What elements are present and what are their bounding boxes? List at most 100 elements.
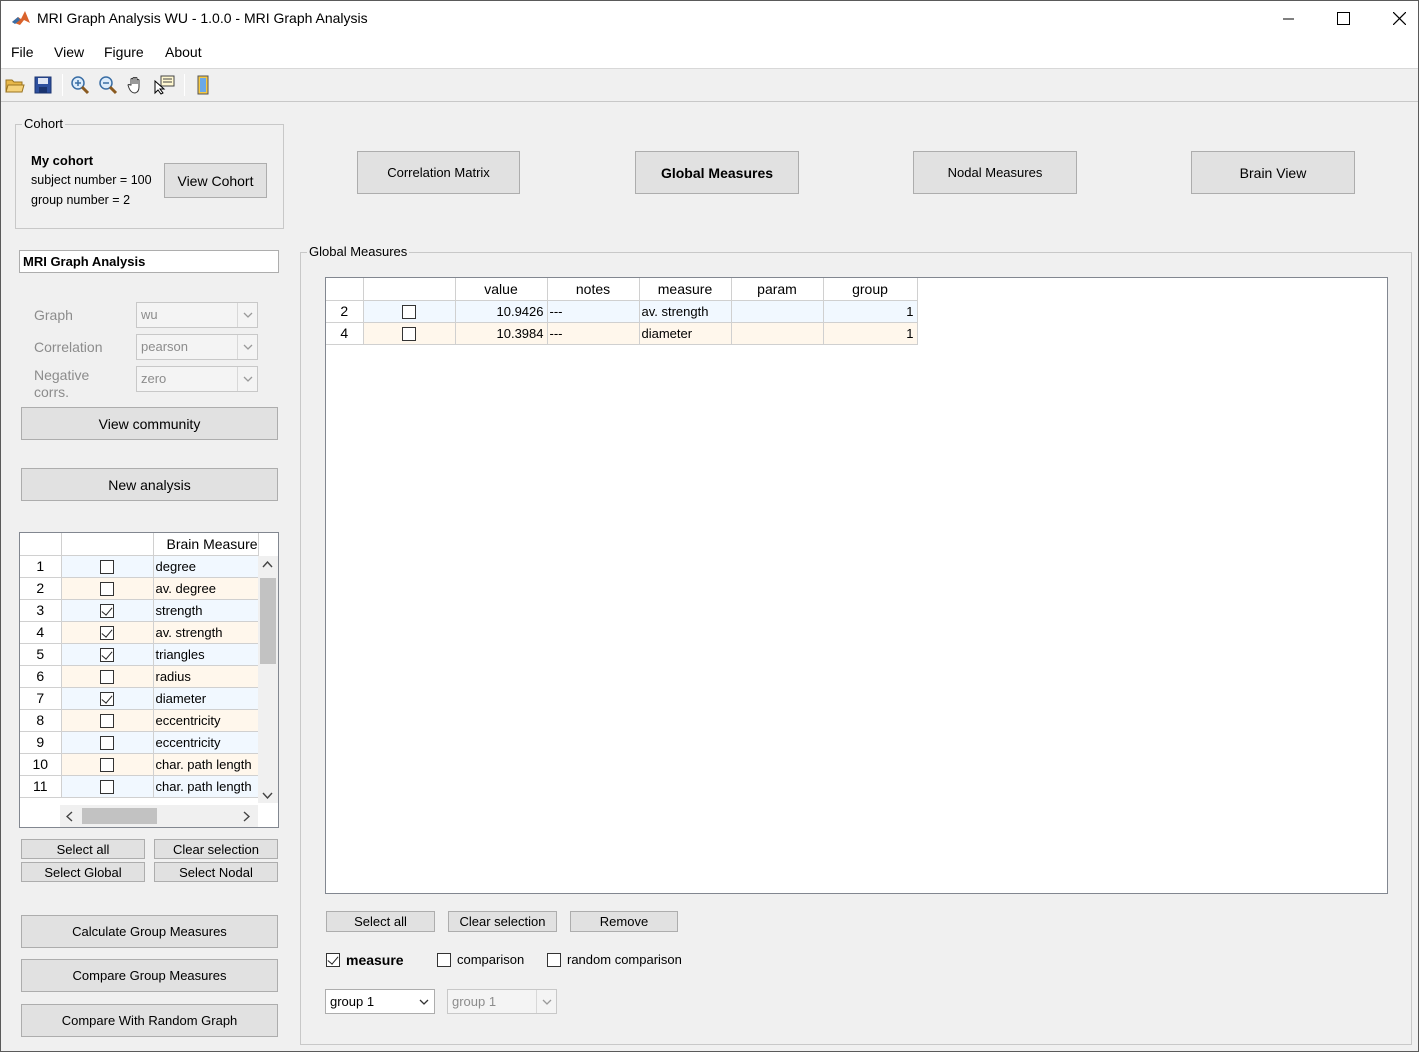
brain-clear-selection-button[interactable]: Clear selection [154,839,278,859]
row-checkbox[interactable] [100,647,114,662]
view-cohort-button[interactable]: View Cohort [164,163,267,198]
nodal-measures-button[interactable]: Nodal Measures [913,151,1077,194]
row-number: 11 [20,775,62,798]
row-select-cell[interactable] [61,599,154,622]
brain-view-button[interactable]: Brain View [1191,151,1355,194]
global-clear-selection-button[interactable]: Clear selection [448,911,557,932]
row-number-header [20,533,62,556]
compare-random-graph-button[interactable]: Compare With Random Graph [21,1004,278,1037]
measure-option[interactable]: measure [326,952,404,968]
value-column-header[interactable]: value [455,278,548,301]
row-select-cell[interactable] [61,643,154,666]
row-select-cell[interactable] [61,753,154,776]
row-checkbox[interactable] [100,625,114,640]
row-checkbox[interactable] [100,603,114,618]
row-checkbox[interactable] [100,757,114,772]
group-select-secondary: group 1 [447,989,557,1014]
close-window-button[interactable] [1371,1,1419,36]
table-row[interactable]: 1 degree [20,555,259,578]
table-row[interactable]: 7 diameter [20,687,259,710]
row-checkbox[interactable] [100,779,114,794]
menu-file[interactable]: File [11,44,34,60]
table-row[interactable]: 3 strength [20,599,259,622]
table-row[interactable]: 2 av. degree [20,577,259,600]
row-checkbox[interactable] [100,581,114,596]
remove-button[interactable]: Remove [570,911,678,932]
zoom-out-button[interactable] [96,73,120,97]
brain-select-all-button[interactable]: Select all [21,839,145,859]
table-row[interactable]: 10 char. path length [20,753,259,776]
measure-checkbox[interactable] [326,953,340,967]
menu-figure[interactable]: Figure [104,44,144,60]
brain-measures-horizontal-scrollbar[interactable] [60,805,258,827]
table-row[interactable]: 6 radius [20,665,259,688]
analysis-name-field[interactable]: MRI Graph Analysis [19,250,279,273]
view-community-button[interactable]: View community [21,407,278,440]
table-row[interactable]: 2 10.9426 --- av. strength 1 [326,300,918,323]
group-select-primary[interactable]: group 1 [325,989,435,1014]
compare-group-measures-button[interactable]: Compare Group Measures [21,959,278,992]
brain-measures-vertical-scrollbar[interactable] [258,556,278,803]
measure-name-cell: char. path length [153,775,259,798]
random-comparison-option[interactable]: random comparison [547,952,682,967]
pan-hand-icon [127,77,140,94]
row-select-cell[interactable] [61,731,154,754]
notes-column-header[interactable]: notes [547,278,640,301]
chevron-down-icon [237,335,257,359]
table-row[interactable]: 4 av. strength [20,621,259,644]
row-checkbox[interactable] [402,304,416,319]
table-row[interactable]: 8 eccentricity [20,709,259,732]
row-checkbox[interactable] [100,713,114,728]
brain-measure-column-header[interactable]: Brain Measure [153,533,259,556]
param-column-header[interactable]: param [731,278,824,301]
save-icon [34,76,52,94]
comparison-option[interactable]: comparison [437,952,524,967]
maximize-button[interactable] [1315,1,1371,36]
row-select-cell[interactable] [363,322,456,345]
table-row[interactable]: 9 eccentricity [20,731,259,754]
calculate-group-measures-button[interactable]: Calculate Group Measures [21,915,278,948]
comparison-checkbox[interactable] [437,952,451,967]
select-global-button[interactable]: Select Global [21,862,145,882]
global-measures-button[interactable]: Global Measures [635,151,799,194]
scrollbar-thumb[interactable] [82,808,157,824]
colorbar-icon [197,75,209,95]
correlation-matrix-button[interactable]: Correlation Matrix [357,151,520,194]
row-select-cell[interactable] [363,300,456,323]
row-select-cell[interactable] [61,775,154,798]
row-checkbox[interactable] [100,669,114,684]
group-select-primary-value: group 1 [330,994,375,1009]
row-checkbox[interactable] [100,735,114,750]
zoom-in-button[interactable] [68,73,92,97]
row-select-cell[interactable] [61,709,154,732]
table-row[interactable]: 5 triangles [20,643,259,666]
menu-view[interactable]: View [54,44,84,60]
row-checkbox[interactable] [100,559,114,574]
menu-about[interactable]: About [165,44,202,60]
table-row[interactable]: 11 char. path length [20,775,259,798]
zoom-out-icon [99,76,118,95]
open-button[interactable] [3,73,27,97]
measure-column-header[interactable]: measure [639,278,732,301]
row-select-cell[interactable] [61,621,154,644]
row-select-cell[interactable] [61,687,154,710]
select-nodal-button[interactable]: Select Nodal [154,862,278,882]
pan-button[interactable] [124,73,148,97]
graph-label: Graph [34,307,73,323]
minimize-button[interactable] [1261,1,1317,36]
data-cursor-button[interactable] [152,73,176,97]
random-comparison-checkbox[interactable] [547,952,561,967]
colorbar-button[interactable] [191,73,215,97]
new-analysis-button[interactable]: New analysis [21,468,278,501]
save-button[interactable] [31,73,55,97]
scrollbar-thumb[interactable] [260,578,276,664]
global-select-all-button[interactable]: Select all [326,911,435,932]
row-select-cell[interactable] [61,665,154,688]
cohort-subject-number: subject number = 100 [31,173,152,187]
row-select-cell[interactable] [61,577,154,600]
table-row[interactable]: 4 10.3984 --- diameter 1 [326,322,918,345]
group-column-header[interactable]: group [823,278,918,301]
row-checkbox[interactable] [402,326,416,341]
row-checkbox[interactable] [100,691,114,706]
row-select-cell[interactable] [61,555,154,578]
